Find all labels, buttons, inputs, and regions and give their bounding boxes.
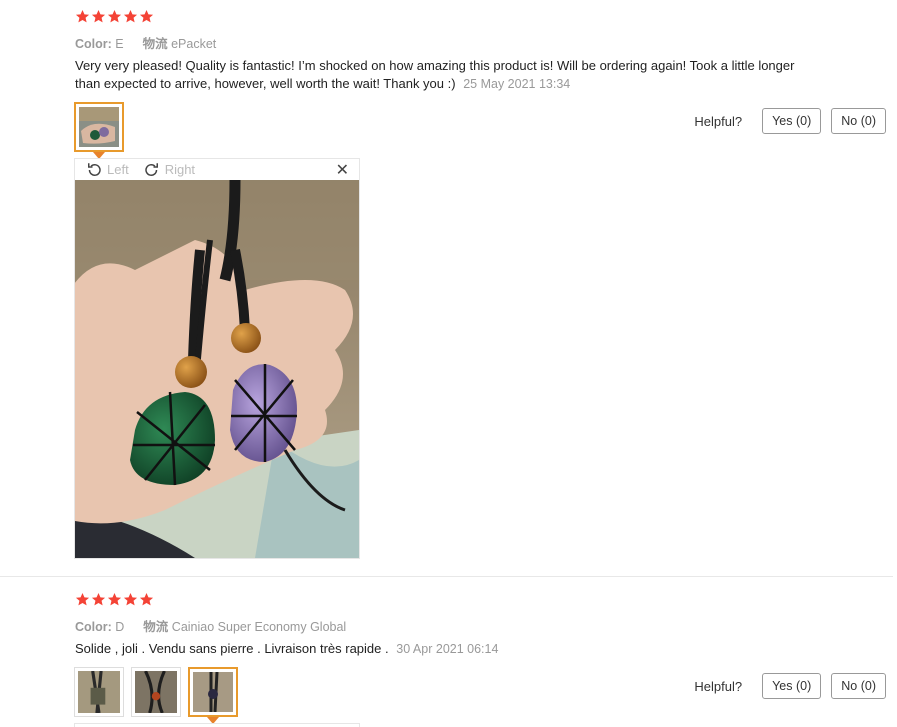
- helpful-label: Helpful?: [694, 113, 743, 129]
- helpful-section: Helpful? Yes (0) No (0): [694, 673, 886, 699]
- star-icon: [75, 9, 90, 24]
- image-viewer: [74, 723, 360, 727]
- review-meta: Color: D 物流 Cainiao Super Economy Global: [75, 616, 346, 635]
- helpful-yes-button[interactable]: Yes (0): [762, 673, 822, 699]
- rotate-right-label: Right: [164, 162, 196, 177]
- review-text-block: Very very pleased! Quality is fantastic!…: [75, 57, 795, 93]
- star-icon: [91, 9, 106, 24]
- review-meta: Color: E 物流 ePacket: [75, 33, 216, 52]
- color-value: D: [115, 620, 125, 634]
- star-icon: [139, 9, 154, 24]
- color-label: Color:: [75, 620, 112, 634]
- star-icon: [123, 9, 138, 24]
- helpful-section: Helpful? Yes (0) No (0): [694, 108, 886, 134]
- review-text-block: Solide , joli . Vendu sans pierre . Livr…: [75, 640, 795, 658]
- shipping-value: ePacket: [171, 37, 217, 51]
- rotate-left-label: Left: [107, 162, 129, 177]
- review-thumbnail[interactable]: [188, 667, 238, 724]
- color-value: E: [115, 37, 124, 51]
- review-text: Very very pleased! Quality is fantastic!…: [75, 58, 795, 91]
- rotate-left-button[interactable]: Left: [85, 161, 129, 179]
- rating-stars: [75, 9, 154, 25]
- helpful-label: Helpful?: [694, 678, 743, 694]
- review-thumbnails: [74, 102, 124, 159]
- star-icon: [107, 9, 122, 24]
- star-icon: [107, 592, 122, 607]
- star-icon: [123, 592, 138, 607]
- review-item: Color: D 物流 Cainiao Super Economy Global…: [0, 578, 893, 727]
- rating-stars: [75, 592, 154, 608]
- helpful-yes-button[interactable]: Yes (0): [762, 108, 822, 134]
- review-item: Color: E 物流 ePacket Very very pleased! Q…: [0, 0, 893, 577]
- review-thumbnail[interactable]: [74, 102, 124, 159]
- review-date: 25 May 2021 13:34: [463, 77, 571, 91]
- shipping-value: Cainiao Super Economy Global: [171, 620, 347, 634]
- color-label: Color:: [75, 37, 112, 51]
- helpful-no-button[interactable]: No (0): [831, 108, 886, 134]
- star-icon: [139, 592, 154, 607]
- rotate-right-icon: [144, 162, 158, 176]
- image-viewer: Left Right ✕: [74, 158, 360, 559]
- helpful-no-button[interactable]: No (0): [831, 673, 886, 699]
- close-icon[interactable]: ✕: [336, 160, 349, 180]
- viewer-toolbar: Left Right ✕: [75, 159, 359, 180]
- star-icon: [75, 592, 90, 607]
- review-thumbnail[interactable]: [131, 667, 181, 717]
- review-thumbnails: [74, 667, 238, 724]
- shipping-label: 物流: [142, 37, 168, 51]
- rotate-right-button[interactable]: Right: [143, 161, 195, 179]
- star-icon: [91, 592, 106, 607]
- review-thumbnail[interactable]: [74, 667, 124, 717]
- review-photo: [75, 180, 359, 558]
- review-date: 30 Apr 2021 06:14: [396, 642, 499, 656]
- rotate-left-icon: [88, 162, 101, 176]
- shipping-label: 物流: [143, 620, 169, 634]
- review-text: Solide , joli . Vendu sans pierre . Livr…: [75, 641, 389, 656]
